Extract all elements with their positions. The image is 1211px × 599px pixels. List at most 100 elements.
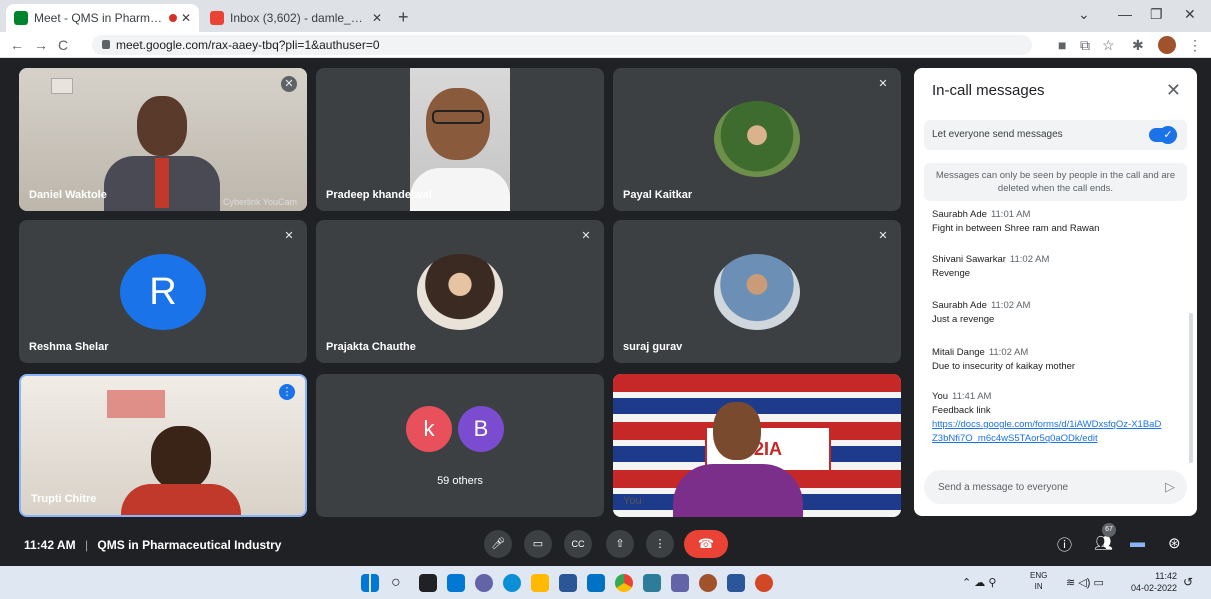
- participant-name: Reshma Shelar: [29, 341, 109, 353]
- edge-icon[interactable]: [503, 574, 521, 592]
- mail-icon[interactable]: [587, 574, 605, 592]
- notification-icon[interactable]: ↺: [1183, 575, 1193, 589]
- back-icon[interactable]: ←: [10, 37, 24, 53]
- participant-tile[interactable]: ✕ Prajakta Chauthe: [316, 220, 604, 363]
- mic-off-icon: ✕: [281, 76, 297, 92]
- file-explorer-icon[interactable]: [531, 574, 549, 592]
- others-count: 59 others: [437, 475, 483, 487]
- activities-icon[interactable]: ⊛: [1168, 534, 1181, 552]
- task-view-icon[interactable]: [419, 574, 437, 592]
- system-tray-icons[interactable]: ⌃ ☁ ⚲: [962, 576, 996, 589]
- chat-panel: In-call messages ✕ Let everyone send mes…: [914, 68, 1197, 516]
- powerpoint-icon[interactable]: [755, 574, 773, 592]
- others-avatar: B: [458, 406, 504, 452]
- region-code: IN: [1034, 582, 1043, 591]
- others-tile[interactable]: k B 59 others: [316, 374, 604, 517]
- tab-gmail[interactable]: Inbox (3,602) - damle_mc@aissm ✕: [202, 4, 390, 32]
- message-text: Due to insecurity of kaikay mother: [932, 361, 1076, 372]
- minimize-button[interactable]: —: [1118, 6, 1132, 22]
- camera-button[interactable]: ▭: [524, 530, 552, 558]
- participant-avatar: R: [120, 254, 206, 330]
- url-field[interactable]: meet.google.com/rax-aaey-tbq?pli=1&authu…: [92, 35, 1032, 55]
- check-icon: ✓: [1159, 126, 1177, 144]
- info-icon[interactable]: ⓘ: [1057, 534, 1072, 555]
- calculator-icon[interactable]: [643, 574, 661, 592]
- reload-icon[interactable]: C: [58, 37, 68, 53]
- new-tab-button[interactable]: +: [398, 7, 409, 28]
- message-sender: Saurabh Ade: [932, 209, 987, 220]
- tab-close-icon[interactable]: ✕: [181, 11, 191, 25]
- captions-button[interactable]: CC: [564, 530, 592, 558]
- camera-in-use-icon[interactable]: ■: [1058, 37, 1066, 53]
- language-code: ENG: [1030, 571, 1048, 580]
- tab-search-icon[interactable]: ⌄: [1078, 6, 1090, 23]
- participant-tile[interactable]: ✕ suraj gurav: [613, 220, 901, 363]
- participant-tile[interactable]: Cyberlink YouCam ✕ Daniel Waktole: [19, 68, 307, 211]
- let-everyone-toggle[interactable]: ✓: [1149, 126, 1177, 144]
- chat-scrollbar[interactable]: [1189, 313, 1193, 463]
- participant-name: Pradeep khandelwal: [326, 189, 432, 201]
- forward-icon[interactable]: →: [34, 37, 48, 53]
- message-text: Just a revenge: [932, 314, 995, 325]
- send-icon[interactable]: ▷: [1165, 479, 1175, 495]
- glasses: [432, 110, 484, 124]
- taskbar-time: 11:42: [1155, 571, 1177, 581]
- person-head: [713, 402, 761, 460]
- participant-tile-self[interactable]: 2IA You: [613, 374, 901, 517]
- participant-tile[interactable]: ✕ Payal Kaitkar: [613, 68, 901, 211]
- chat-notice: Messages can only be seen by people in t…: [924, 163, 1187, 201]
- person-head: [137, 96, 187, 156]
- address-bar-row: ← → C meet.google.com/rax-aaey-tbq?pli=1…: [0, 32, 1211, 58]
- windows-start-icon[interactable]: [361, 574, 379, 592]
- chat-icon[interactable]: ▬: [1130, 534, 1145, 551]
- browser-menu-icon[interactable]: ⋮: [1188, 37, 1202, 54]
- participant-avatar: [417, 254, 503, 330]
- speaking-indicator-icon: ⋮: [279, 384, 295, 400]
- message-list[interactable]: Saurabh Ade 11:01 AM Fight in between Shr…: [932, 208, 1184, 458]
- tab-title: Meet - QMS in Pharmaceutic: [34, 11, 165, 25]
- people-count-badge: 67: [1102, 523, 1116, 537]
- word-icon[interactable]: [727, 574, 745, 592]
- chrome-icon[interactable]: [615, 574, 633, 592]
- message-input[interactable]: Send a message to everyone ▷: [924, 470, 1187, 504]
- taskbar-clock[interactable]: 11:42 04-02-2022: [1125, 570, 1177, 594]
- close-window-button[interactable]: ✕: [1184, 6, 1196, 23]
- message-text: Feedback link: [932, 405, 991, 416]
- language-indicator[interactable]: ENG IN: [1030, 570, 1047, 592]
- hangup-button[interactable]: ☎︎: [684, 530, 728, 558]
- teams-icon[interactable]: [671, 574, 689, 592]
- bookmark-star-icon[interactable]: ☆: [1102, 37, 1115, 54]
- widgets-icon[interactable]: [447, 574, 465, 592]
- message-time: 11:02 AM: [988, 347, 1029, 358]
- message-time: 11:41 AM: [952, 391, 992, 402]
- photos-icon[interactable]: [699, 574, 717, 592]
- share-icon[interactable]: ⧉: [1080, 37, 1090, 54]
- close-icon[interactable]: ✕: [1166, 80, 1181, 101]
- tab-meet[interactable]: Meet - QMS in Pharmaceutic ✕: [6, 4, 199, 32]
- message-time: 11:01 AM: [990, 209, 1031, 220]
- wall-poster: [107, 390, 165, 418]
- maximize-button[interactable]: ❐: [1150, 6, 1163, 23]
- wall-picture: [51, 78, 73, 94]
- teams-chat-icon[interactable]: [475, 574, 493, 592]
- mic-button[interactable]: 🎤︎: [484, 530, 512, 558]
- store-icon[interactable]: [559, 574, 577, 592]
- participant-tile[interactable]: Pradeep khandelwal: [316, 68, 604, 211]
- more-options-button[interactable]: ⋮: [646, 530, 674, 558]
- chat-message: Saurabh Ade 11:01 AM Fight in between Shr…: [932, 208, 1099, 236]
- participant-tile[interactable]: R ✕ Reshma Shelar: [19, 220, 307, 363]
- profile-avatar[interactable]: [1158, 36, 1176, 54]
- present-button[interactable]: ⇧: [606, 530, 634, 558]
- feedback-link[interactable]: https://docs.google.com/forms/d/1iAWDxsf…: [932, 419, 1161, 444]
- search-icon[interactable]: ○: [391, 574, 409, 592]
- network-volume-battery-icon[interactable]: ≋ ◁) ▭: [1066, 576, 1104, 589]
- tab-title: Inbox (3,602) - damle_mc@aissm: [230, 11, 368, 25]
- tab-close-icon[interactable]: ✕: [372, 11, 382, 25]
- extensions-icon[interactable]: ✱: [1132, 37, 1144, 54]
- message-text: Fight in between Shree ram and Rawan: [932, 223, 1100, 234]
- message-sender: Shivani Sawarkar: [932, 254, 1006, 265]
- participant-tile-speaking[interactable]: ⋮ Trupti Chitre: [19, 374, 307, 517]
- taskbar-date: 04-02-2022: [1130, 583, 1177, 593]
- gmail-favicon-icon: [210, 11, 224, 25]
- message-sender: Mitali Dange: [932, 347, 985, 358]
